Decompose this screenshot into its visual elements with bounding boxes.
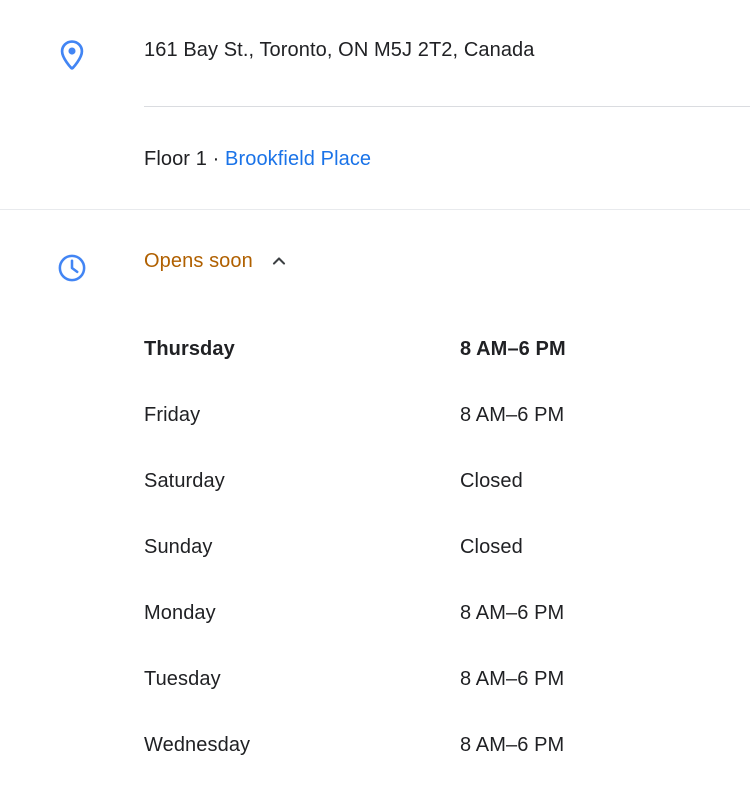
floor-label: Floor 1 bbox=[144, 148, 207, 170]
brookfield-place-link[interactable]: Brookfield Place bbox=[225, 148, 371, 170]
day-hours: 8 AM–6 PM bbox=[460, 404, 565, 426]
address-row[interactable]: 161 Bay St., Toronto, ON M5J 2T2, Canada bbox=[0, 0, 750, 72]
day-name: Sunday bbox=[144, 536, 213, 558]
address-content: 161 Bay St., Toronto, ON M5J 2T2, Canada bbox=[144, 36, 750, 64]
opening-hours-table: Thursday 8 AM–6 PM Friday 8 AM–6 PM Satu… bbox=[144, 316, 726, 778]
open-status-text: Opens soon bbox=[144, 250, 253, 272]
day-name: Friday bbox=[144, 404, 201, 426]
address-text: 161 Bay St., Toronto, ON M5J 2T2, Canada bbox=[144, 39, 535, 61]
table-row[interactable]: Monday 8 AM–6 PM bbox=[144, 580, 726, 646]
hours-content: Opens soon Thursday 8 AM–6 PM Friday 8 A bbox=[144, 248, 750, 778]
table-row[interactable]: Wednesday 8 AM–6 PM bbox=[144, 712, 726, 778]
floor-row: Floor 1 · Brookfield Place bbox=[0, 107, 750, 209]
day-name: Thursday bbox=[144, 338, 235, 360]
day-name: Monday bbox=[144, 602, 216, 624]
table-row[interactable]: Friday 8 AM–6 PM bbox=[144, 382, 726, 448]
map-pin-icon bbox=[55, 38, 89, 72]
opening-hours-body: Thursday 8 AM–6 PM Friday 8 AM–6 PM Satu… bbox=[144, 316, 726, 778]
clock-icon bbox=[56, 252, 88, 284]
hours-row: Opens soon Thursday 8 AM–6 PM Friday 8 A bbox=[0, 210, 750, 778]
place-info-panel: 161 Bay St., Toronto, ON M5J 2T2, Canada… bbox=[0, 0, 750, 806]
day-hours: Closed bbox=[460, 536, 523, 558]
address-icon-cell bbox=[0, 36, 144, 72]
hours-toggle[interactable]: Opens soon bbox=[144, 248, 291, 274]
table-row[interactable]: Sunday Closed bbox=[144, 514, 726, 580]
floor-text: Floor 1 · Brookfield Place bbox=[144, 145, 726, 173]
day-hours: 8 AM–6 PM bbox=[460, 668, 565, 690]
day-name: Tuesday bbox=[144, 668, 221, 690]
day-name: Saturday bbox=[144, 470, 225, 492]
day-hours: 8 AM–6 PM bbox=[460, 338, 566, 360]
day-hours: 8 AM–6 PM bbox=[460, 734, 565, 756]
table-row[interactable]: Tuesday 8 AM–6 PM bbox=[144, 646, 726, 712]
day-name: Wednesday bbox=[144, 734, 251, 756]
day-hours: Closed bbox=[460, 470, 523, 492]
floor-separator: · bbox=[206, 148, 226, 170]
hours-icon-cell bbox=[0, 248, 144, 284]
floor-content: Floor 1 · Brookfield Place bbox=[144, 145, 750, 173]
day-hours: 8 AM–6 PM bbox=[460, 602, 565, 624]
table-row[interactable]: Saturday Closed bbox=[144, 448, 726, 514]
table-row[interactable]: Thursday 8 AM–6 PM bbox=[144, 316, 726, 382]
chevron-up-icon[interactable] bbox=[267, 249, 291, 273]
